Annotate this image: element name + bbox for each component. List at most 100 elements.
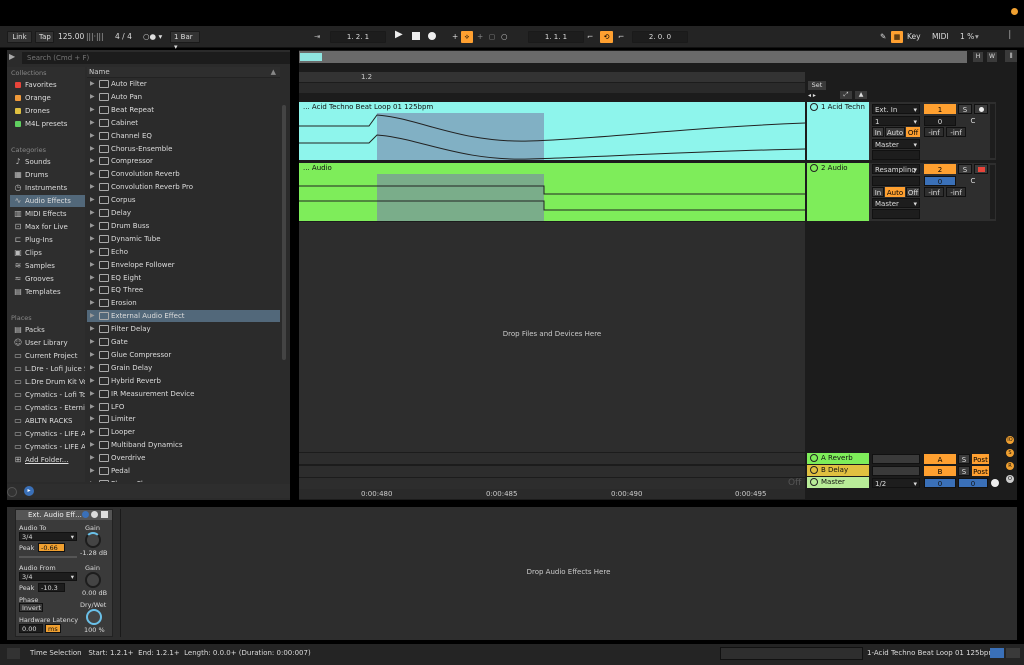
audio-from-select[interactable]: 3/4 ▾ [19,572,77,581]
expand-icon[interactable]: ▶ [90,336,95,348]
output-select[interactable]: Master ▾ [872,198,920,208]
category-templates[interactable]: ▤ Templates [10,286,85,298]
category-samples[interactable]: ≋ Samples [10,260,85,272]
cue-output-select[interactable]: 1/2 ▾ [872,478,920,488]
device-menu-icon[interactable] [101,511,108,518]
track-activator-icon[interactable] [810,466,818,474]
browser-item[interactable]: ▶ Convolution Reverb [87,168,280,180]
show-inout-icon[interactable]: W [987,52,997,62]
browser-item[interactable]: ▶ Channel EQ [87,130,280,142]
monitor-off-button[interactable]: Off [906,187,920,197]
expand-icon[interactable]: ▶ [90,426,95,438]
browser-item[interactable]: ▶ Cabinet [87,117,280,129]
expand-icon[interactable]: ▶ [90,439,95,451]
category-plug-ins[interactable]: ⊏ Plug-Ins [10,234,85,246]
browser-item[interactable]: ▶ Gate [87,336,280,348]
cpu-dropdown-icon[interactable]: ▾ [975,31,979,43]
browser-item[interactable]: ▶ External Audio Effect [87,310,280,323]
place-folder[interactable]: ▭ Cymatics - LIFE Ar [10,428,85,440]
expand-icon[interactable]: ▶ [90,104,95,116]
expand-icon[interactable]: ▶ [90,117,95,129]
track-activator-button[interactable]: 2 [924,164,956,174]
invert-button[interactable]: Invert [19,603,43,612]
expand-icon[interactable]: ▶ [90,155,95,167]
record-icon[interactable] [428,32,436,40]
gain-from-knob[interactable] [85,572,101,588]
overdub-icon[interactable]: + [452,31,458,43]
monitor-in-button[interactable]: In [872,127,884,137]
category-sounds[interactable]: ♪ Sounds [10,156,85,168]
output-channel-select[interactable] [872,150,920,160]
track-activator-button[interactable]: 1 [924,104,956,114]
save-preset-icon[interactable] [91,511,98,518]
input-type-select[interactable]: Ext. In ▾ [872,104,920,114]
expand-icon[interactable]: ▶ [90,362,95,374]
play-icon[interactable]: ▶ [395,29,403,41]
browser-item[interactable]: ▶ Erosion [87,297,280,309]
return-b-header[interactable]: B Delay [807,465,869,476]
locator-prev-next-icon[interactable]: ◂ ▸ [808,92,816,99]
browser-item[interactable]: ▶ Multiband Dynamics [87,439,280,451]
nudge-icon[interactable]: |||·||| [86,31,104,43]
io-icon[interactable]: IO [1006,436,1014,444]
quantize-menu[interactable]: 1 Bar ▾ [170,31,200,51]
solo-button[interactable]: S [958,454,970,464]
browser-item[interactable]: ▶ Auto Filter [87,78,280,90]
track-activator-icon[interactable] [810,454,818,462]
collection-orange[interactable]: Orange [10,92,85,104]
solo-button[interactable]: S [958,466,970,476]
return-a-lane[interactable] [299,452,805,464]
mixer-toggle-icon[interactable]: ⦀ [1005,50,1017,62]
automation-arm-icon[interactable]: ⟡ [461,31,473,43]
midi-map-button[interactable]: MIDI [932,31,949,43]
browser-item[interactable]: ▶ LFO [87,401,280,413]
browser-item[interactable]: ▶ Looper [87,426,280,438]
expand-icon[interactable]: ▶ [90,272,95,284]
loop-start-field[interactable]: 1. 1. 1 [528,31,584,43]
browser-item[interactable]: ▶ Pedal [87,465,280,477]
place-folder[interactable]: ▭ Cymatics - Lofi To [10,389,85,401]
return-b-lane[interactable] [299,465,805,477]
track-header-audio[interactable]: 2 Audio [807,163,869,221]
input-type-select[interactable]: Resampling ▾ [872,164,920,174]
place-folder[interactable]: ▭ L.Dre Drum Kit Vo [10,376,85,388]
return-a-activator[interactable]: A [924,454,956,464]
expand-icon[interactable]: ▶ [90,246,95,258]
arm-button[interactable] [974,104,988,114]
expand-icon[interactable]: ▶ [90,413,95,425]
return-b-activator[interactable]: B [924,466,956,476]
gain-to-knob[interactable] [85,532,101,548]
lock-icon[interactable]: ▲ [855,91,867,99]
set-locator-button[interactable]: Set [808,81,826,90]
browser-item[interactable]: ▶ Echo [87,246,280,258]
post-button[interactable]: Post [972,454,989,464]
browser-search-input[interactable]: Search (Cmd + F) [22,52,290,64]
input-channel-select[interactable] [872,176,920,186]
expand-icon[interactable]: ▶ [90,259,95,271]
category-drums[interactable]: ▦ Drums [10,169,85,181]
track-activator-icon[interactable] [810,103,818,111]
place-user-library[interactable]: ☺ User Library [10,337,85,349]
expand-icon[interactable]: ▶ [90,91,95,103]
expand-icon[interactable]: ▶ [90,78,95,90]
browser-item[interactable]: ▶ Grain Delay [87,362,280,374]
name-column-header[interactable]: Name ▲ [87,67,280,78]
meter-field[interactable]: 4 / 4 [115,31,132,43]
overview-bar[interactable] [299,51,967,63]
expand-icon[interactable]: ▶ [90,284,95,296]
master-volume-field[interactable]: 0 [958,478,988,488]
pan-field[interactable]: 0 [924,176,956,186]
loop-switch-icon[interactable]: ⟲ [600,31,613,43]
key-map-button[interactable]: Key [907,31,921,43]
solo-button[interactable]: S [958,104,972,114]
expand-icon[interactable]: ▶ [90,168,95,180]
info-toggle[interactable] [7,648,20,659]
output-channel-select[interactable] [872,209,920,219]
expand-icon[interactable]: ▶ [90,323,95,335]
keyboard-icon[interactable]: ▦ [891,31,903,43]
track-header-acid-techno[interactable]: 1 Acid Techn [807,102,869,160]
browser-item[interactable]: ▶ Auto Pan [87,91,280,103]
monitor-auto-button[interactable]: Auto [885,187,905,197]
input-channel-select[interactable]: 1 ▾ [872,116,920,126]
monitor-auto-button[interactable]: Auto [885,127,905,137]
